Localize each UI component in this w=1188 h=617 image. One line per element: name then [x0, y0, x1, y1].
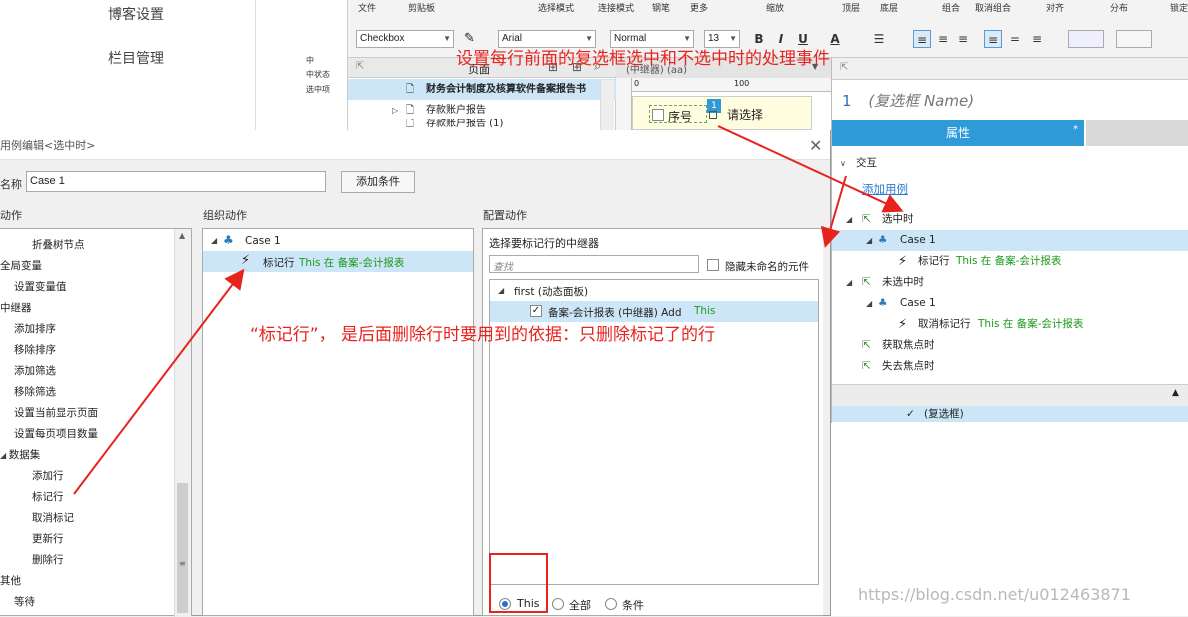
arrow-to-config [820, 175, 847, 248]
annotation-arrows [73, 125, 904, 495]
arrow-to-event [717, 125, 904, 213]
arrow-to-mark-row [73, 268, 245, 495]
watermark: https://blog.csdn.net/u012463871 [858, 585, 1131, 604]
